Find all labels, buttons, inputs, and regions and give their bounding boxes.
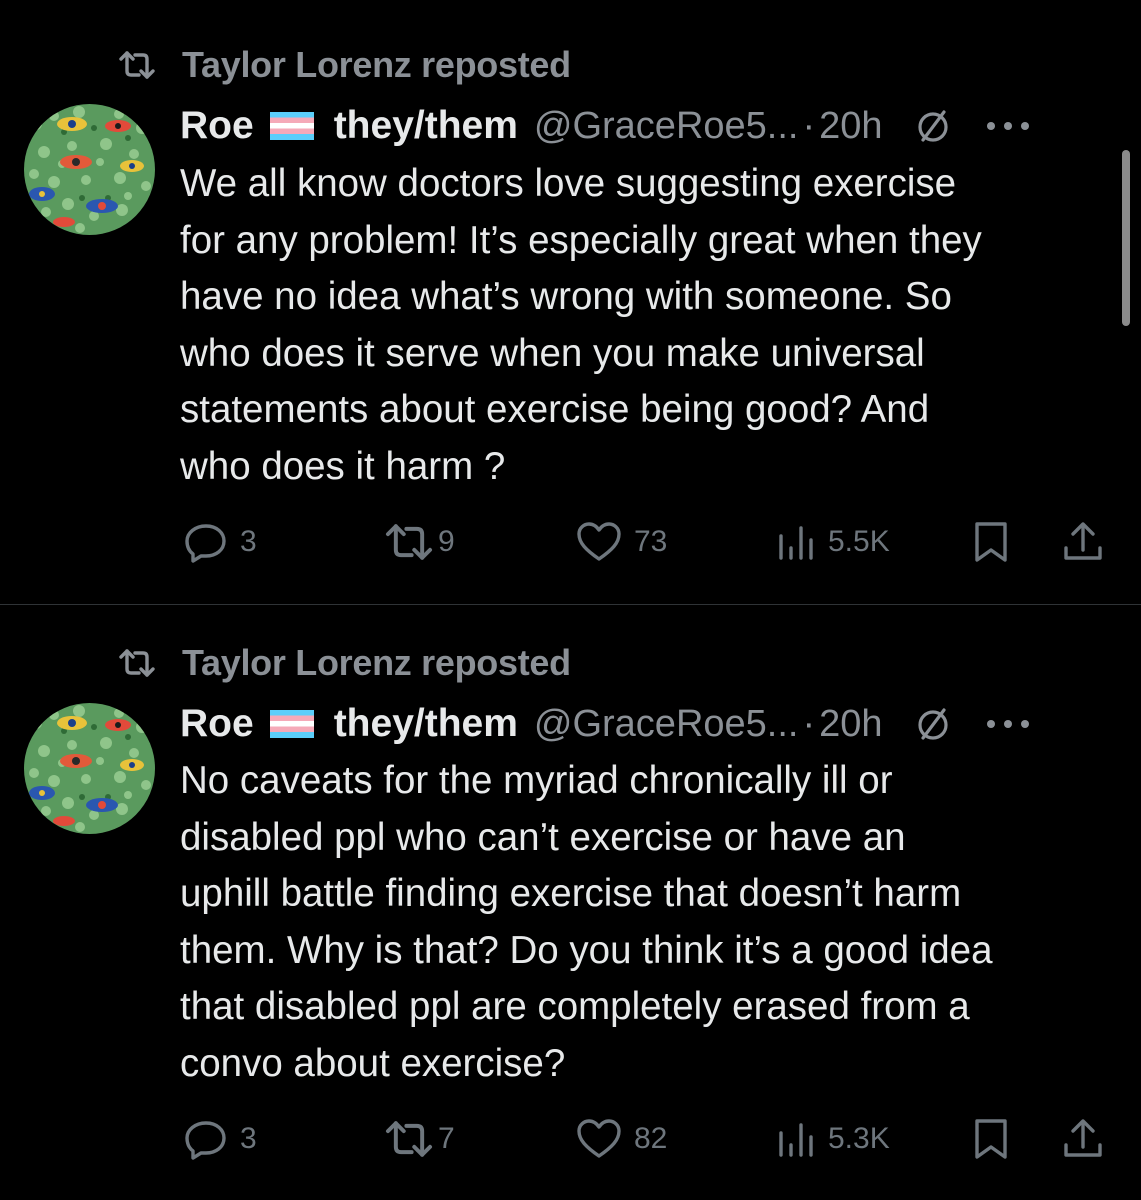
repost-button[interactable]: 9: [384, 516, 455, 568]
heart-icon: [577, 522, 621, 561]
repost-label: Taylor Lorenz reposted: [182, 44, 571, 85]
post-time[interactable]: 20h: [819, 703, 882, 746]
author-handle[interactable]: @GraceRoe5...: [534, 703, 799, 746]
post-text-line: convo about exercise?: [180, 1041, 566, 1085]
post-text-line: them. Why is that? Do you think it’s a g…: [180, 928, 993, 972]
post-text-line: uphill battle finding exercise that does…: [180, 872, 962, 915]
repost-count: 7: [438, 1122, 455, 1155]
separator-dot: ·: [802, 702, 816, 745]
post-text-line: who does it serve when you make universa…: [180, 331, 925, 375]
view-count: 5.3K: [828, 1122, 890, 1155]
post-text-line: statements about exercise being good? An…: [180, 388, 930, 431]
post-time[interactable]: 20h: [819, 105, 882, 148]
post-text: No caveats for the myriad chronically il…: [180, 753, 1120, 1092]
reply-bubble-icon: [185, 1121, 226, 1160]
share-icon: [1064, 522, 1102, 560]
like-button[interactable]: 82: [576, 1113, 667, 1165]
post-header: Roe they/them @GraceRoe5... · 20h: [180, 699, 1111, 749]
post-text: We all know doctors love suggesting exer…: [180, 156, 1120, 495]
avatar[interactable]: [24, 703, 155, 834]
post[interactable]: Taylor Lorenz reposted Roe they/them @Gr…: [0, 605, 1141, 1200]
share-button[interactable]: [1062, 1113, 1104, 1165]
repost-button[interactable]: 7: [384, 1113, 455, 1165]
no-symbol-icon: [917, 708, 948, 740]
post[interactable]: Taylor Lorenz reposted Roe they/them @Gr…: [0, 0, 1141, 604]
views-bar-chart-icon: [779, 1123, 813, 1157]
transgender-flag-icon: [269, 710, 314, 738]
post-text-line: that disabled ppl are completely erased …: [180, 985, 970, 1028]
heart-icon: [577, 1119, 621, 1158]
no-symbol-icon: [917, 110, 948, 142]
separator-dot: ·: [802, 104, 816, 147]
action-bar: 3 9 73 5.5K: [180, 516, 1110, 568]
action-bar: 3 7 82 5.3K: [180, 1113, 1110, 1165]
post-text-line: No caveats for the myriad chronically il…: [180, 759, 893, 802]
reply-bubble-icon: [185, 524, 226, 563]
share-icon: [1064, 1119, 1102, 1157]
more-dots-icon[interactable]: [985, 120, 1031, 132]
author-name[interactable]: Roe: [180, 104, 254, 148]
post-text-line: for any problem! It’s especially great w…: [180, 218, 982, 262]
author-pronouns: they/them: [333, 104, 518, 147]
author-name[interactable]: Roe: [180, 702, 254, 746]
repost-icon: [119, 649, 155, 677]
avatar[interactable]: [24, 104, 155, 235]
reply-button[interactable]: 3: [184, 1113, 257, 1165]
scrollbar[interactable]: [1122, 150, 1130, 326]
views-button[interactable]: 5.5K: [776, 516, 890, 568]
post-text-line: who does it harm ?: [180, 444, 506, 488]
bookmark-button[interactable]: [972, 516, 1010, 568]
like-count: 82: [634, 1122, 668, 1155]
views-bar-chart-icon: [779, 526, 813, 560]
repost-icon: [119, 51, 155, 79]
share-button[interactable]: [1062, 516, 1104, 568]
repost-indicator: Taylor Lorenz reposted: [118, 642, 571, 684]
views-button[interactable]: 5.3K: [776, 1113, 890, 1165]
author-handle[interactable]: @GraceRoe5...: [534, 105, 799, 148]
repost-label: Taylor Lorenz reposted: [182, 642, 571, 683]
reply-count: 3: [240, 525, 257, 558]
post-text-line: We all know doctors love suggesting exer…: [180, 162, 957, 205]
author-pronouns: they/them: [333, 702, 518, 745]
post-text-line: have no idea what’s wrong with someone. …: [180, 275, 952, 318]
like-button[interactable]: 73: [576, 516, 667, 568]
post-text-line: disabled ppl who can’t exercise or have …: [180, 815, 906, 859]
reply-count: 3: [240, 1122, 257, 1155]
transgender-flag-icon: [269, 112, 314, 140]
repost-count: 9: [438, 525, 455, 558]
repost-icon: [385, 1121, 433, 1157]
bookmark-button[interactable]: [972, 1113, 1010, 1165]
repost-icon: [385, 524, 433, 560]
like-count: 73: [634, 525, 668, 558]
view-count: 5.5K: [828, 525, 890, 558]
repost-indicator: Taylor Lorenz reposted: [118, 44, 571, 86]
bookmark-icon: [975, 1119, 1007, 1159]
bookmark-icon: [975, 522, 1007, 562]
more-dots-icon[interactable]: [985, 718, 1031, 730]
post-header: Roe they/them @GraceRoe5... · 20h: [180, 101, 1111, 151]
reply-button[interactable]: 3: [184, 516, 257, 568]
